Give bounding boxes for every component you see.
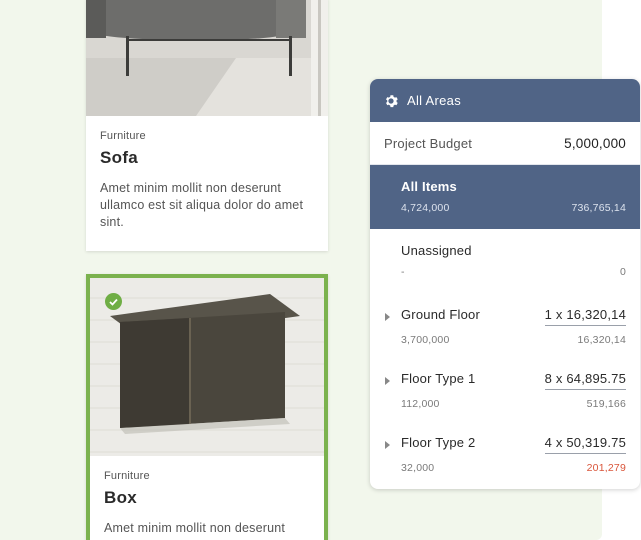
area-budget: 32,000 (401, 462, 435, 474)
area-budget: - (401, 266, 405, 278)
areas-panel: All Areas Project Budget 5,000,000 All I… (370, 79, 640, 489)
area-total: 16,320,14 (577, 334, 626, 346)
expand-caret-icon[interactable] (385, 313, 390, 321)
area-total: 519,166 (586, 398, 626, 410)
canvas: Furniture Sofa Amet minim mollit non des… (0, 0, 641, 540)
area-budget: 112,000 (401, 398, 440, 410)
card-category: Furniture (100, 130, 146, 142)
card-title: Box (104, 488, 138, 507)
header-title: All Areas (407, 93, 462, 108)
areas-header[interactable]: All Areas (370, 79, 640, 122)
card-description: Amet minim mollit non deserunt ullamco e… (100, 181, 304, 229)
box-photo (90, 278, 324, 456)
area-name: Ground Floor (401, 307, 480, 322)
card-category: Furniture (104, 470, 150, 482)
area-quantity[interactable]: 1 x 16,320,14 (544, 307, 626, 326)
area-row-floor-type-2[interactable]: Floor Type 2 4 x 50,319.75 32,000 201,27… (370, 421, 640, 485)
area-row-unassigned[interactable]: Unassigned - 0 (370, 229, 640, 293)
area-row-all-items[interactable]: All Items 4,724,000 736,765,14 (370, 165, 640, 229)
area-total: 0 (619, 266, 626, 278)
product-card-sofa[interactable]: Furniture Sofa Amet minim mollit non des… (86, 0, 328, 251)
area-total-over-budget: 201,279 (586, 462, 626, 474)
area-row-ground-floor[interactable]: Ground Floor 1 x 16,320,14 3,700,000 16,… (370, 293, 640, 357)
budget-value: 5,000,000 (564, 135, 626, 151)
card-title: Sofa (100, 148, 139, 167)
area-quantity[interactable]: 4 x 50,319.75 (544, 435, 626, 454)
product-card-box[interactable]: Furniture Box Amet minim mollit non dese… (86, 274, 328, 540)
area-name: Unassigned (401, 243, 472, 258)
sofa-photo (86, 0, 328, 116)
area-row-floor-type-1[interactable]: Floor Type 1 8 x 64,895.75 112,000 519,1… (370, 357, 640, 421)
area-name: Floor Type 1 (401, 371, 476, 386)
card-description: Amet minim mollit non deserunt (104, 521, 286, 535)
area-budget: 4,724,000 (401, 202, 450, 214)
area-name: Floor Type 2 (401, 435, 476, 450)
sofa-image (86, 0, 328, 116)
area-total: 736,765,14 (571, 202, 626, 214)
gear-icon (386, 94, 398, 107)
area-budget: 3,700,000 (401, 334, 450, 346)
expand-caret-icon[interactable] (385, 377, 390, 385)
check-icon[interactable] (105, 293, 122, 310)
expand-caret-icon[interactable] (385, 441, 390, 449)
project-budget-row: Project Budget 5,000,000 (370, 122, 640, 165)
area-name: All Items (401, 179, 457, 194)
budget-label: Project Budget (384, 135, 473, 151)
area-quantity[interactable]: 8 x 64,895.75 (544, 371, 626, 390)
box-image (90, 278, 324, 456)
